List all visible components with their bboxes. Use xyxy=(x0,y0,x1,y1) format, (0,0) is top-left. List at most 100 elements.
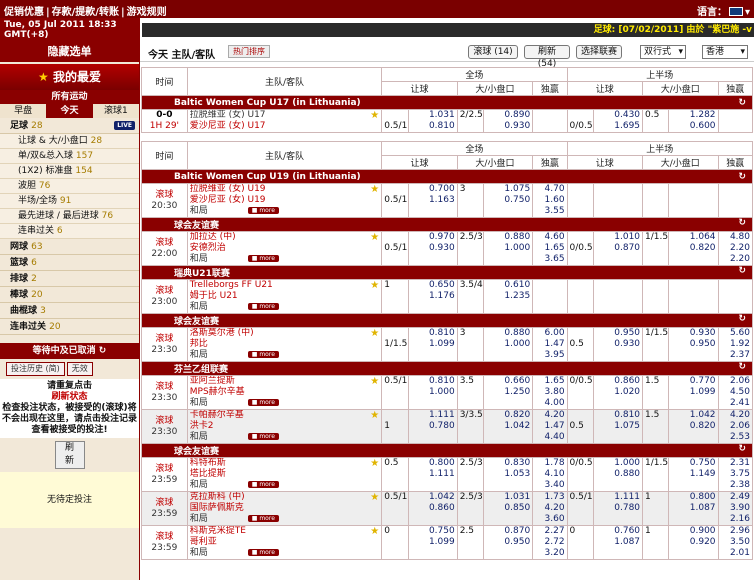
more-button[interactable]: ■ more xyxy=(247,515,279,522)
league-row[interactable]: 球会友谊赛 ↻ xyxy=(141,217,753,232)
moneyline-odds-value[interactable]: 4.20 xyxy=(535,411,565,422)
refresh-icon[interactable]: ↻ xyxy=(738,363,746,373)
half-moneyline-odds-value[interactable]: 2.20 xyxy=(721,254,750,265)
over-under-odds-value[interactable]: 1.000 xyxy=(486,243,530,254)
half-moneyline-odds-value[interactable]: 4.80 xyxy=(721,233,750,244)
sub-market-item[interactable]: 连串过关 6 xyxy=(0,224,139,239)
over-under-odds-value[interactable]: 0.750 xyxy=(486,195,530,206)
refresh-icon[interactable]: ↻ xyxy=(738,267,746,277)
sport-item[interactable]: 篮球 6 xyxy=(0,255,139,271)
moneyline-odds-value[interactable]: 4.10 xyxy=(535,469,565,480)
sub-market-item[interactable]: (1X2) 标准盘 154 xyxy=(0,164,139,179)
moneyline-odds-value[interactable]: 3.60 xyxy=(535,514,565,525)
half-moneyline-odds-value[interactable]: 2.49 xyxy=(721,493,750,504)
nav-link-4[interactable]: 游戏规则 xyxy=(127,7,167,18)
select-league-button[interactable]: 选择联赛 xyxy=(576,45,622,59)
handicap-odds-value[interactable]: 1.031 xyxy=(411,111,455,122)
half-moneyline-odds-value[interactable]: 2.96 xyxy=(721,527,750,538)
favorite-star-icon[interactable]: ★ xyxy=(370,233,379,244)
half-handicap-odds-value[interactable]: 0.430 xyxy=(596,111,640,122)
half-over-under-odds-value[interactable]: 0.900 xyxy=(671,527,716,538)
tab-0[interactable]: 早盘 xyxy=(0,104,46,118)
moneyline-odds-value[interactable]: 4.40 xyxy=(535,432,565,443)
half-handicap-odds-value[interactable]: 0.880 xyxy=(596,469,640,480)
more-button[interactable]: ■ more xyxy=(247,351,279,358)
half-moneyline-odds-value[interactable]: 3.50 xyxy=(721,537,750,548)
sub-market-item[interactable]: 最先进球 / 最后进球 76 xyxy=(0,209,139,224)
half-moneyline-odds-value[interactable]: 4.50 xyxy=(721,387,750,398)
half-moneyline-odds-value[interactable]: 3.75 xyxy=(721,469,750,480)
over-under-odds-value[interactable]: 0.880 xyxy=(486,329,530,340)
uk-flag-icon[interactable] xyxy=(728,7,743,16)
refresh-icon[interactable]: ↻ xyxy=(738,98,746,108)
moneyline-odds-value[interactable]: 3.40 xyxy=(535,480,565,491)
refresh-icon[interactable]: ↻ xyxy=(738,219,746,229)
sport-item[interactable]: 连串过关 20 xyxy=(0,319,139,335)
over-under-odds-value[interactable]: 1.031 xyxy=(486,493,530,504)
over-under-odds-value[interactable]: 0.830 xyxy=(486,459,530,470)
moneyline-odds-value[interactable]: 2.27 xyxy=(535,527,565,538)
half-handicap-odds-value[interactable]: 0.780 xyxy=(596,503,640,514)
half-moneyline-odds-value[interactable]: 2.38 xyxy=(721,480,750,491)
sport-item[interactable]: 棒球 20 xyxy=(0,287,139,303)
favorite-star-icon[interactable]: ★ xyxy=(370,281,379,292)
handicap-odds-value[interactable]: 0.810 xyxy=(411,377,455,388)
handicap-odds-value[interactable]: 1.042 xyxy=(411,493,455,504)
handicap-odds-value[interactable]: 1.000 xyxy=(411,387,455,398)
handicap-odds-value[interactable]: 0.800 xyxy=(411,459,455,470)
more-button[interactable]: ■ more xyxy=(247,303,279,310)
favorite-star-icon[interactable]: ★ xyxy=(370,329,379,340)
half-moneyline-odds-value[interactable]: 2.37 xyxy=(721,350,750,361)
favorite-star-icon[interactable]: ★ xyxy=(370,377,379,388)
moneyline-odds-value[interactable]: 3.80 xyxy=(535,387,565,398)
refresh-icon[interactable]: ↻ xyxy=(738,445,746,455)
half-moneyline-odds-value[interactable]: 2.06 xyxy=(721,377,750,388)
moneyline-odds-value[interactable]: 1.47 xyxy=(535,421,565,432)
moneyline-odds-value[interactable]: 1.65 xyxy=(535,377,565,388)
half-over-under-odds-value[interactable]: 1.064 xyxy=(671,233,716,244)
nav-link-2[interactable]: 存款/提款/转账 xyxy=(52,7,119,18)
bet-history-button[interactable]: 投注历史 (简) xyxy=(6,362,65,376)
league-row[interactable]: 球会友谊赛 ↻ xyxy=(141,313,753,328)
tab-2[interactable]: 滚球1 xyxy=(93,104,139,118)
hot-sort-button[interactable]: 热门排序 xyxy=(228,45,270,58)
chevron-down-icon[interactable]: ▾ xyxy=(745,7,750,18)
half-handicap-odds-value[interactable]: 1.020 xyxy=(596,387,640,398)
over-under-odds-value[interactable]: 0.950 xyxy=(486,537,530,548)
league-row[interactable]: Baltic Women Cup U19 (in Lithuania) ↻ xyxy=(141,169,753,184)
moneyline-odds-value[interactable]: 6.00 xyxy=(535,329,565,340)
league-row[interactable]: 瑞典U21联赛 ↻ xyxy=(141,265,753,280)
favorite-star-icon[interactable]: ★ xyxy=(370,111,379,122)
half-over-under-odds-value[interactable]: 0.600 xyxy=(671,121,716,132)
favorites-button[interactable]: ★ 我的最爱 xyxy=(0,64,139,90)
half-handicap-odds-value[interactable]: 0.870 xyxy=(596,243,640,254)
moneyline-odds-value[interactable]: 3.65 xyxy=(535,254,565,265)
over-under-odds-value[interactable]: 0.820 xyxy=(486,411,530,422)
half-moneyline-odds-value[interactable]: 3.90 xyxy=(721,503,750,514)
over-under-odds-value[interactable]: 0.870 xyxy=(486,527,530,538)
favorite-star-icon[interactable]: ★ xyxy=(370,527,379,538)
more-button[interactable]: ■ more xyxy=(247,207,279,214)
over-under-odds-value[interactable]: 0.850 xyxy=(486,503,530,514)
half-handicap-odds-value[interactable]: 1.111 xyxy=(596,493,640,504)
half-over-under-odds-value[interactable]: 0.750 xyxy=(671,459,716,470)
over-under-odds-value[interactable]: 0.660 xyxy=(486,377,530,388)
sub-market-item[interactable]: 让球 & 大/小盘口 28 xyxy=(0,134,139,149)
refresh-icon[interactable]: ↻ xyxy=(738,315,746,325)
half-over-under-odds-value[interactable]: 1.099 xyxy=(671,387,716,398)
half-moneyline-odds-value[interactable]: 2.53 xyxy=(721,432,750,443)
nav-link-0[interactable]: 促销优惠 xyxy=(4,7,44,18)
moneyline-odds-value[interactable]: 1.60 xyxy=(535,195,565,206)
half-handicap-odds-value[interactable]: 0.950 xyxy=(596,329,640,340)
handicap-odds-value[interactable]: 0.810 xyxy=(411,329,455,340)
handicap-odds-value[interactable]: 0.780 xyxy=(411,421,455,432)
over-under-odds-value[interactable]: 1.053 xyxy=(486,469,530,480)
moneyline-odds-value[interactable]: 4.60 xyxy=(535,233,565,244)
handicap-odds-value[interactable]: 1.099 xyxy=(411,339,455,350)
handicap-odds-value[interactable]: 0.750 xyxy=(411,527,455,538)
moneyline-odds-value[interactable]: 3.55 xyxy=(535,206,565,217)
odds-region-select[interactable]: 香港 xyxy=(702,45,748,59)
half-moneyline-odds-value[interactable]: 1.92 xyxy=(721,339,750,350)
half-moneyline-odds-value[interactable]: 2.31 xyxy=(721,459,750,470)
half-handicap-odds-value[interactable]: 1.087 xyxy=(596,537,640,548)
